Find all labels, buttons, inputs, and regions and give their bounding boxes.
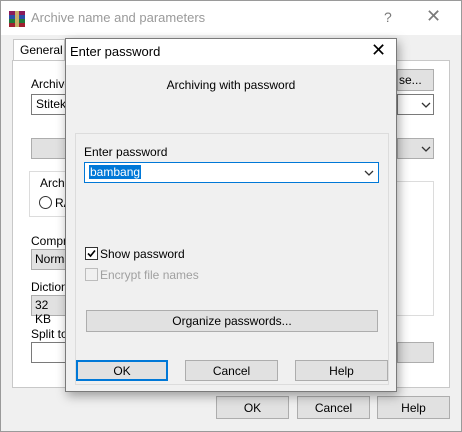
browse-button-label: se... — [399, 73, 422, 87]
cancel-button-label: Cancel — [314, 400, 353, 415]
cancel-button[interactable]: Cancel — [297, 396, 370, 419]
enter-password-dialog: Enter password ✕ Archiving with password… — [65, 38, 397, 392]
tab-general[interactable]: General — [13, 39, 65, 61]
dialog-help-label: Help — [329, 363, 354, 378]
help-icon[interactable]: ? — [384, 9, 392, 25]
window-title: Archive name and parameters — [31, 10, 206, 25]
encrypt-file-names-checkbox[interactable] — [85, 268, 98, 281]
show-password-checkbox[interactable] — [85, 247, 98, 260]
browse-button[interactable]: se... — [397, 69, 434, 91]
password-input[interactable]: bambang — [84, 162, 379, 183]
dialog-subtitle: Archiving with password — [166, 78, 296, 92]
tab-general-label: General — [20, 43, 63, 57]
dialog-title: Enter password — [70, 44, 161, 59]
dialog-ok-label: OK — [113, 363, 131, 378]
split-volumes-label: Split to — [31, 327, 68, 341]
help-button[interactable]: Help — [377, 396, 450, 419]
archiving-options-group — [397, 181, 434, 316]
dialog-help-button[interactable]: Help — [295, 360, 388, 381]
ok-button[interactable]: OK — [216, 396, 289, 419]
archive-name-dropdown[interactable] — [397, 94, 434, 115]
ok-button-label: OK — [243, 400, 262, 415]
update-mode-select[interactable] — [397, 138, 434, 159]
password-value: bambang — [89, 165, 142, 179]
checkmark-icon — [87, 249, 96, 258]
encrypt-file-names-label: Encrypt file names — [100, 268, 199, 282]
dialog-ok-button[interactable]: OK — [76, 360, 168, 381]
chevron-down-icon — [421, 146, 431, 152]
dialog-cancel-label: Cancel — [212, 363, 251, 378]
rar-radio[interactable] — [39, 196, 52, 209]
password-label: Enter password — [84, 145, 168, 159]
dictionary-size-value: 32 KB — [35, 298, 52, 326]
close-icon[interactable]: ✕ — [426, 6, 441, 27]
winrar-books-icon — [9, 11, 25, 27]
set-password-button[interactable] — [397, 342, 434, 363]
dialog-close-icon[interactable]: ✕ — [371, 40, 386, 61]
chevron-down-icon — [421, 102, 431, 108]
chevron-down-icon[interactable] — [363, 167, 375, 179]
organize-passwords-label: Organize passwords... — [172, 314, 292, 328]
dialog-cancel-button[interactable]: Cancel — [185, 360, 278, 381]
show-password-label: Show password — [100, 247, 185, 261]
help-button-label: Help — [401, 400, 426, 415]
organize-passwords-button[interactable]: Organize passwords... — [86, 310, 378, 332]
